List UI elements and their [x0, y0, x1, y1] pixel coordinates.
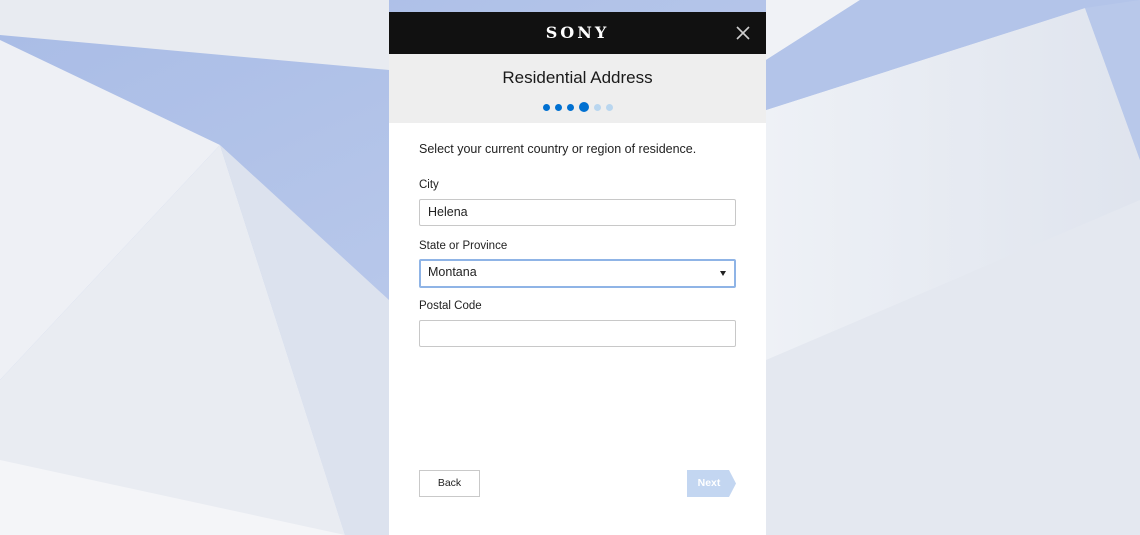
back-button[interactable]: Back: [419, 470, 480, 497]
step-dot-pending: [594, 103, 601, 111]
chevron-down-icon: [720, 271, 726, 276]
step-progress-indicator: [543, 102, 613, 112]
state-label: State or Province: [419, 240, 508, 252]
next-button-label: Next: [697, 477, 721, 489]
city-value: Helena: [428, 205, 468, 219]
state-select[interactable]: Montana: [419, 259, 736, 288]
step-dot-current: [579, 102, 589, 112]
city-input[interactable]: Helena: [419, 199, 736, 226]
page-title: Residential Address: [502, 68, 653, 87]
step-dot-pending: [606, 103, 613, 111]
step-dot-complete: [555, 103, 562, 111]
close-icon[interactable]: [733, 23, 753, 43]
city-label: City: [419, 179, 439, 191]
step-dot-complete: [543, 103, 550, 111]
dialog-title-area: Residential Address: [389, 54, 766, 123]
state-value: Montana: [428, 265, 477, 279]
postal-code-label: Postal Code: [419, 300, 482, 312]
postal-code-input[interactable]: [419, 320, 736, 347]
sony-logo: SONY: [545, 23, 610, 42]
dialog-header-bar: SONY: [389, 12, 766, 54]
instruction-text: Select your current country or region of…: [419, 142, 697, 156]
step-dot-complete: [567, 103, 574, 111]
signup-dialog: SONY Residential Address Select your cur…: [389, 12, 766, 535]
next-button[interactable]: Next: [687, 470, 737, 497]
